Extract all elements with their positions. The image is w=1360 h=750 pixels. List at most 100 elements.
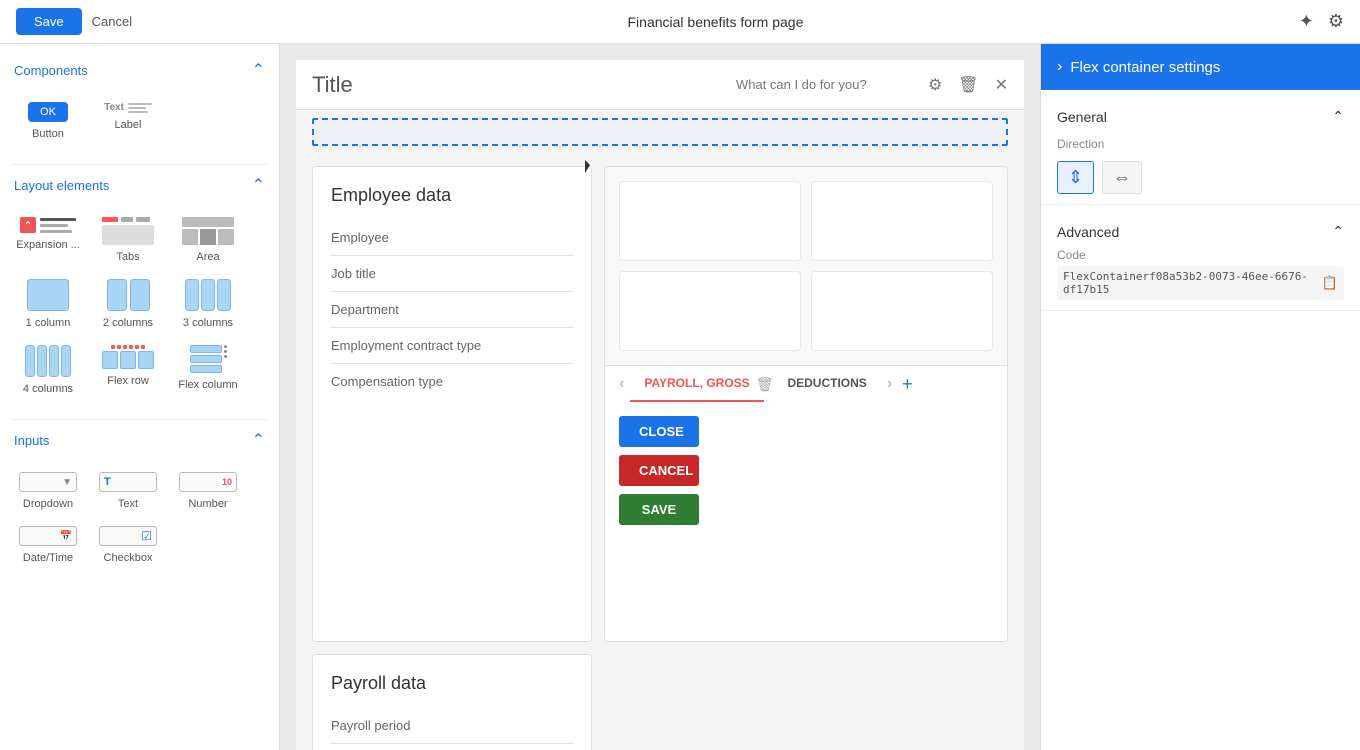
layout-items: ⌃ Expansion ...	[0, 201, 279, 415]
area-row2	[182, 229, 234, 245]
field-contracttype: Employment contract type	[331, 328, 573, 364]
tab-payroll-gross[interactable]: PAYROLL, GROSS	[630, 366, 763, 402]
code-label: Code	[1057, 248, 1344, 262]
flexcol-b1	[190, 345, 222, 353]
text-preview: T	[99, 472, 157, 492]
tabs-body	[102, 225, 154, 245]
gear-icon[interactable]: ⚙	[928, 75, 942, 95]
flexrow-preview	[102, 345, 154, 369]
components-label: Components	[14, 63, 88, 78]
code-icon[interactable]: ✦	[1299, 11, 1314, 32]
divider1	[12, 164, 267, 165]
tab-delete-icon[interactable]: 🗑	[756, 376, 774, 393]
inputs-section-header[interactable]: Inputs ⌃	[0, 424, 279, 456]
flexcol-label: Flex column	[178, 379, 237, 391]
dropdown-preview: ▼	[19, 472, 77, 492]
field-compensationtype: Compensation type	[331, 364, 573, 399]
text-T-icon: T	[104, 476, 111, 488]
payroll-section-wrapper: Payroll data Payroll period Work days in…	[296, 654, 1024, 750]
components-section-header[interactable]: Components ⌃	[0, 54, 279, 86]
dot3	[123, 345, 127, 349]
direction-horizontal-btn[interactable]: ⇕	[1057, 161, 1094, 194]
main-layout: Components ⌃ OK Button Text Label	[0, 44, 1360, 750]
sidebar-item-1col[interactable]: 1 column	[8, 271, 88, 337]
tab-next-icon[interactable]: ›	[881, 375, 898, 393]
tabs-row	[102, 217, 154, 222]
components-chevron-up-icon: ⌃	[252, 60, 265, 80]
settings-icon[interactable]: ⚙	[1328, 11, 1344, 32]
charts-grid	[605, 167, 1007, 365]
sidebar-item-2col[interactable]: 2 columns	[88, 271, 168, 337]
exp-line-2	[40, 224, 68, 227]
sidebar-item-flexrow[interactable]: Flex row	[88, 337, 168, 403]
sidebar-item-tabs[interactable]: Tabs	[88, 209, 168, 271]
code-value: FlexContainerf08a53b2-0073-46ee-6676-df1…	[1057, 266, 1344, 300]
settings-advanced-header[interactable]: Advanced ⌃	[1057, 215, 1344, 248]
canvas: Title ⚙ 🗑 ✕ Employee data Employee	[280, 44, 1040, 750]
close-icon[interactable]: ✕	[995, 75, 1008, 95]
field-employee-label: Employee	[331, 230, 389, 245]
sidebar-item-3col[interactable]: 3 columns	[168, 271, 248, 337]
form-body: Employee data Employee Job title Departm…	[296, 154, 1024, 654]
col3-item1	[185, 279, 199, 311]
close-button[interactable]: CLOSE	[619, 416, 699, 447]
field-contracttype-label: Employment contract type	[331, 338, 481, 353]
topbar-left: Save Cancel	[16, 8, 132, 35]
vdot2	[224, 350, 227, 353]
flexcol-b2	[190, 355, 222, 363]
tab-deductions[interactable]: DEDUCTIONS	[773, 366, 880, 402]
col4-item2	[37, 345, 47, 377]
copy-icon[interactable]: 📋	[1322, 276, 1338, 291]
col2-item2	[130, 279, 150, 311]
divider2	[12, 419, 267, 420]
trash-icon[interactable]: 🗑	[958, 75, 978, 95]
settings-header[interactable]: › Flex container settings	[1041, 44, 1360, 90]
sidebar-item-4col[interactable]: 4 columns	[8, 337, 88, 403]
sidebar-item-datetime[interactable]: 📅 Date/Time	[8, 518, 88, 572]
line2	[128, 107, 146, 109]
flexrow-label: Flex row	[107, 375, 149, 387]
sidebar-item-expansion[interactable]: ⌃ Expansion ...	[8, 209, 88, 271]
area-preview	[182, 217, 234, 245]
layout-section-header[interactable]: Layout elements ⌃	[0, 169, 279, 201]
canvas-inner: Title ⚙ 🗑 ✕ Employee data Employee	[296, 60, 1024, 750]
expansion-icon: ⌃	[20, 217, 36, 233]
topbar-icons: ✦ ⚙	[1299, 11, 1344, 32]
sidebar-item-text[interactable]: T Text	[88, 464, 168, 518]
chart-3	[619, 271, 801, 351]
direction-vertical-btn[interactable]: ⇔	[1102, 161, 1142, 194]
cancel-button[interactable]: CANCEL	[619, 455, 699, 486]
area-block-r	[218, 229, 234, 245]
cancel-button[interactable]: Cancel	[92, 14, 132, 29]
tab-prev-icon[interactable]: ‹	[613, 375, 630, 393]
field-jobtitle: Job title	[331, 256, 573, 292]
tab-add-icon[interactable]: +	[902, 374, 913, 395]
direction-options: ⇕ ⇔	[1057, 161, 1344, 194]
direction-label: Direction	[1057, 133, 1344, 151]
exp-line-1	[40, 218, 76, 221]
sidebar-item-checkbox[interactable]: ☑ Checkbox	[88, 518, 168, 572]
chart-tabs: ‹ PAYROLL, GROSS 🗑 DEDUCTIONS › +	[605, 365, 1007, 402]
settings-general-header[interactable]: General ⌃	[1057, 100, 1344, 133]
3col-label: 3 columns	[183, 317, 233, 329]
tabs-preview	[102, 217, 154, 245]
sidebar-item-flexcol[interactable]: Flex column	[168, 337, 248, 403]
sidebar-item-number[interactable]: 10 Number	[168, 464, 248, 518]
sidebar-item-area[interactable]: Area	[168, 209, 248, 271]
label-lines-preview	[128, 103, 152, 113]
settings-general-section: General ⌃ Direction ⇕ ⇔	[1041, 90, 1360, 205]
save-button[interactable]: SAVE	[619, 494, 699, 525]
exp-line-3	[40, 230, 72, 233]
general-chevron-up-icon: ⌃	[1332, 108, 1344, 125]
4col-label: 4 columns	[23, 383, 73, 395]
form-search-input[interactable]	[736, 77, 912, 92]
sidebar-item-label[interactable]: Text Label	[88, 94, 168, 148]
datetime-label: Date/Time	[23, 552, 73, 564]
dropdown-arrow-icon: ▼	[62, 477, 72, 488]
sidebar-item-button[interactable]: OK Button	[8, 94, 88, 148]
selection-box	[312, 118, 1008, 146]
flexcol-dots	[224, 345, 227, 373]
components-items: OK Button Text Label	[0, 86, 279, 160]
sidebar-item-dropdown[interactable]: ▼ Dropdown	[8, 464, 88, 518]
save-button[interactable]: Save	[16, 8, 82, 35]
